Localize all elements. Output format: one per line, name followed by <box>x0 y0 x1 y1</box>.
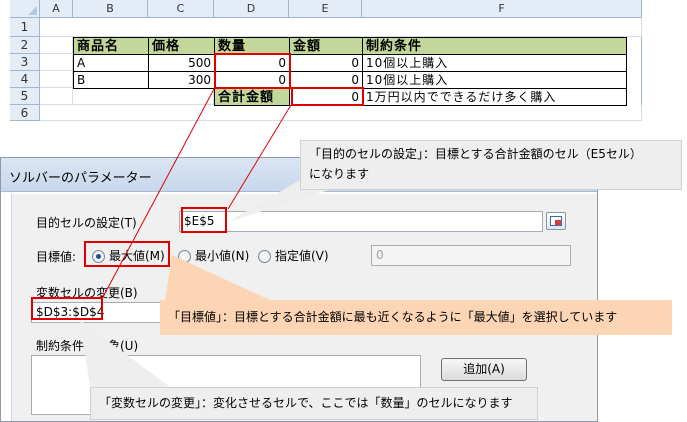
cell-a5[interactable] <box>40 88 73 105</box>
cell-a2[interactable] <box>40 37 73 54</box>
cell-a4[interactable] <box>40 71 73 88</box>
highlight-max-radio <box>84 241 170 267</box>
cell-c3-price[interactable]: 500 <box>148 54 215 72</box>
column-header-a[interactable]: A <box>40 0 73 18</box>
objective-callout: 「目的のセルの設定」：目標とする合計金額のセル（E5セル） になります <box>300 140 682 190</box>
row-header-3[interactable]: 3 <box>10 54 40 71</box>
select-all-corner[interactable] <box>10 0 40 18</box>
objective-callout-line2: になります <box>309 167 370 181</box>
column-header-e[interactable]: E <box>289 0 362 18</box>
target-value-label: 目標値: <box>36 250 77 264</box>
row-header-5[interactable]: 5 <box>10 88 40 105</box>
column-header-f[interactable]: F <box>362 0 642 18</box>
header-price[interactable]: 価格 <box>148 37 215 55</box>
changing-callout: 「変数セルの変更」：変化させるセルで、ここでは「数量」のセルになります <box>90 387 538 420</box>
objective-cell-input[interactable]: $E$5 <box>179 211 543 232</box>
row-6-empty[interactable] <box>40 105 642 121</box>
highlight-quantity-cells <box>214 53 291 89</box>
cell-e3-amount[interactable]: 0 <box>289 54 363 72</box>
highlight-objective-field <box>181 207 227 233</box>
cell-b4-product[interactable]: B <box>73 71 149 89</box>
cell-d5-total-label[interactable]: 合計金額 <box>214 88 290 106</box>
cell-f3-constraint[interactable]: 10個以上購入 <box>362 54 627 72</box>
cell-b5-c5[interactable] <box>73 88 214 105</box>
dialog-title: ソルバーのパラメーター <box>9 171 152 186</box>
column-header-b[interactable]: B <box>73 0 148 18</box>
target-callout: 「目標値」：目標とする合計金額に最も近くなるように「最大値」を選択しています <box>160 300 672 335</box>
header-amount[interactable]: 金額 <box>289 37 363 55</box>
row-1-empty[interactable] <box>40 18 642 37</box>
highlight-changing-field <box>31 297 103 320</box>
target-value-input[interactable]: 0 <box>371 245 571 266</box>
objective-cell-label: 目的セルの設定(T) <box>36 216 137 230</box>
header-constraint[interactable]: 制約条件 <box>362 37 627 55</box>
row-header-2[interactable]: 2 <box>10 37 40 54</box>
row-header-4[interactable]: 4 <box>10 71 40 88</box>
constraints-label: 制約条件の対象(U) <box>36 339 139 353</box>
cell-f5-total-constraint[interactable]: 1万円以内でできるだけ多く購入 <box>362 88 627 106</box>
column-header-c[interactable]: C <box>148 0 214 18</box>
cell-a3[interactable] <box>40 54 73 71</box>
range-select-icon <box>550 216 562 226</box>
highlight-total-cell <box>291 87 364 106</box>
objective-callout-line1: 「目的のセルの設定」：目標とする合計金額のセル（E5セル） <box>309 147 642 161</box>
cell-c4-price[interactable]: 300 <box>148 71 215 89</box>
radio-value[interactable] <box>258 250 271 263</box>
column-header-d[interactable]: D <box>214 0 289 18</box>
cell-f4-constraint[interactable]: 10個以上購入 <box>362 71 627 89</box>
radio-min-label[interactable]: 最小値(N) <box>195 247 249 264</box>
row-header-6[interactable]: 6 <box>10 105 40 121</box>
radio-value-label[interactable]: 指定値(V) <box>275 247 329 264</box>
cell-b3-product[interactable]: A <box>73 54 149 72</box>
row-header-1[interactable]: 1 <box>10 18 40 37</box>
radio-min[interactable] <box>178 250 191 263</box>
objective-range-picker-button[interactable] <box>546 212 566 230</box>
header-product-name[interactable]: 商品名 <box>73 37 149 55</box>
solver-parameters-dialog: ソルバーのパラメーター 目的セルの設定(T) $E$5 目標値: 最大値(M) … <box>0 157 598 422</box>
add-constraint-button[interactable]: 追加(A) <box>441 358 527 381</box>
